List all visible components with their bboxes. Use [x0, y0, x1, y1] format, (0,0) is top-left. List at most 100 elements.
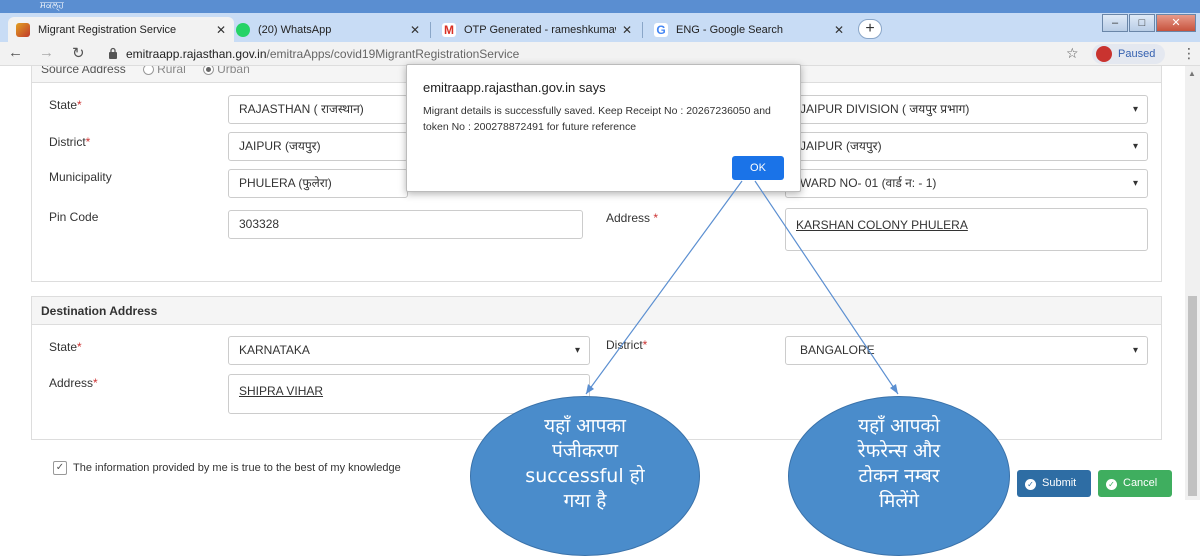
profile-status: Paused: [1118, 48, 1156, 60]
forward-arrow-icon[interactable]: →: [39, 44, 54, 61]
source-ward-select[interactable]: WARD NO- 01 (वार्ड न: - 1): [785, 169, 1148, 198]
avatar: [1096, 46, 1112, 62]
dest-district-select[interactable]: BANGALORE: [785, 336, 1148, 365]
rural-label: Rural: [157, 66, 186, 76]
source-state-select[interactable]: RAJASTHAN ( राजस्थान): [228, 95, 408, 124]
callout-left-line: गया है: [563, 490, 607, 512]
tab-whatsapp[interactable]: (20) WhatsApp ✕: [228, 17, 428, 42]
declaration-label: The information provided by me is true t…: [73, 462, 401, 474]
dialog-message: Migrant details is successfully saved. K…: [423, 105, 771, 133]
dest-address-value: SHIPRA VIHAR: [239, 384, 324, 398]
tab-label: (20) WhatsApp: [258, 23, 332, 36]
close-tab-icon[interactable]: ✕: [834, 23, 844, 37]
check-circle-icon: ✓: [1025, 479, 1036, 490]
google-favicon-icon: G: [654, 22, 668, 37]
url-host: emitraapp.rajasthan.gov.in: [126, 47, 267, 61]
scrollbar-thumb[interactable]: [1188, 296, 1197, 496]
tab-migrant-registration[interactable]: Migrant Registration Service ✕: [8, 17, 234, 42]
close-tab-icon[interactable]: ✕: [216, 23, 226, 37]
source-address-value: KARSHAN COLONY PHULERA: [796, 218, 968, 232]
whatsapp-favicon-icon: [236, 22, 250, 37]
page-top-strip: ਸਕਲ੍ਹ: [0, 0, 1200, 13]
page-scrollbar[interactable]: ▲: [1185, 66, 1200, 500]
source-address-textarea[interactable]: KARSHAN COLONY PHULERA: [785, 208, 1148, 251]
required-mark: *: [653, 211, 659, 225]
callout-left-line: यहाँ आपका: [544, 415, 626, 437]
strip-text: ਸਕਲ੍ਹ: [40, 0, 64, 10]
dest-state-label: State*: [49, 340, 82, 354]
tab-separator: [430, 22, 431, 38]
source-division-select[interactable]: JAIPUR DIVISION ( जयपुर प्रभाग): [785, 95, 1148, 124]
gmail-favicon-icon: M: [442, 22, 456, 37]
ok-button[interactable]: OK: [732, 156, 784, 180]
callout-right-line: मिलेंगे: [879, 490, 919, 512]
dest-address-label-text: Address: [49, 376, 94, 390]
source-section-title: Source Address: [41, 66, 126, 76]
tab-label: OTP Generated - rameshkumawa: [464, 23, 616, 36]
submit-label: Submit: [1042, 477, 1077, 489]
cancel-button[interactable]: ✓ Cancel: [1098, 470, 1172, 497]
pin-code-input[interactable]: 303328: [228, 210, 583, 239]
required-mark: *: [77, 340, 82, 354]
urban-radio[interactable]: [203, 66, 215, 76]
callout-left-line: successful हो: [525, 465, 645, 487]
tab-label: ENG - Google Search: [676, 23, 783, 36]
check-circle-icon: ✓: [1106, 479, 1117, 490]
window-controls: – □ ✕: [1101, 14, 1196, 32]
dest-district-label: District*: [606, 338, 647, 352]
close-tab-icon[interactable]: ✕: [622, 23, 632, 37]
source-district2-select[interactable]: JAIPUR (जयपुर): [785, 132, 1148, 161]
required-mark: *: [93, 376, 98, 390]
required-mark: *: [642, 338, 648, 352]
callout-right-line: यहाँ आपको: [858, 415, 940, 437]
callout-right: यहाँ आपको रेफरेन्स और टोकन नम्बर मिलेंगे: [788, 396, 1010, 556]
close-tab-icon[interactable]: ✕: [410, 23, 420, 37]
callout-left: यहाँ आपका पंजीकरण successful हो गया है: [470, 396, 700, 556]
dest-state-label-text: State: [49, 340, 78, 354]
callout-right-line: रेफरेन्स और: [857, 440, 941, 462]
urban-label: Urban: [217, 66, 250, 76]
tab-gmail-otp[interactable]: M OTP Generated - rameshkumawa ✕: [434, 17, 640, 42]
address-label-text: Address: [606, 211, 651, 225]
emitra-favicon-icon: [16, 22, 30, 37]
lock-icon: [109, 47, 117, 59]
profile-button[interactable]: Paused: [1092, 44, 1166, 64]
dest-state-select[interactable]: KARNATAKA: [228, 336, 590, 365]
maximize-icon[interactable]: □: [1129, 14, 1155, 32]
dest-district-label-text: District: [606, 338, 643, 352]
browser-tabbar: Migrant Registration Service ✕ (20) What…: [0, 13, 1200, 42]
municipality-label: Municipality: [49, 170, 112, 184]
dest-address-label: Address*: [49, 376, 98, 390]
url-path: /emitraApps/covid19MigrantRegistrationSe…: [266, 47, 520, 61]
browser-menu-icon[interactable]: ⋮: [1182, 45, 1196, 62]
window-close-icon[interactable]: ✕: [1156, 14, 1196, 32]
state-label: State*: [49, 98, 82, 112]
tab-google-search[interactable]: G ENG - Google Search ✕: [646, 17, 852, 42]
bookmark-star-icon[interactable]: ☆: [1066, 45, 1079, 62]
dialog-title: emitraapp.rajasthan.gov.in says: [423, 80, 606, 95]
source-municipality-select[interactable]: PHULERA (फुलेरा): [228, 169, 408, 198]
required-mark: *: [85, 135, 91, 149]
district-label-text: District: [49, 135, 86, 149]
submit-button[interactable]: ✓ Submit: [1017, 470, 1091, 497]
destination-section-title: Destination Address: [32, 297, 1161, 325]
minimize-icon[interactable]: –: [1102, 14, 1128, 32]
declaration-checkbox[interactable]: ✓: [53, 461, 67, 475]
required-mark: *: [77, 98, 82, 112]
new-tab-button[interactable]: +: [858, 19, 882, 39]
back-arrow-icon[interactable]: ←: [8, 44, 23, 61]
district-label: District*: [49, 135, 90, 149]
browser-address-bar: ← → ↻ emitraapp.rajasthan.gov.in/emitraA…: [0, 42, 1200, 66]
tab-separator: [642, 22, 643, 38]
source-district-select[interactable]: JAIPUR (जयपुर): [228, 132, 408, 161]
scroll-up-icon[interactable]: ▲: [1188, 69, 1196, 78]
rural-radio[interactable]: [143, 66, 155, 76]
callout-left-line: पंजीकरण: [552, 440, 618, 462]
reload-icon[interactable]: ↻: [72, 44, 85, 62]
state-label-text: State: [49, 98, 78, 112]
cancel-label: Cancel: [1123, 477, 1158, 489]
tab-label: Migrant Registration Service: [38, 23, 177, 36]
url-field[interactable]: emitraapp.rajasthan.gov.in/emitraApps/co…: [126, 47, 519, 61]
pin-code-label: Pin Code: [49, 210, 99, 224]
callout-right-line: टोकन नम्बर: [858, 465, 940, 487]
